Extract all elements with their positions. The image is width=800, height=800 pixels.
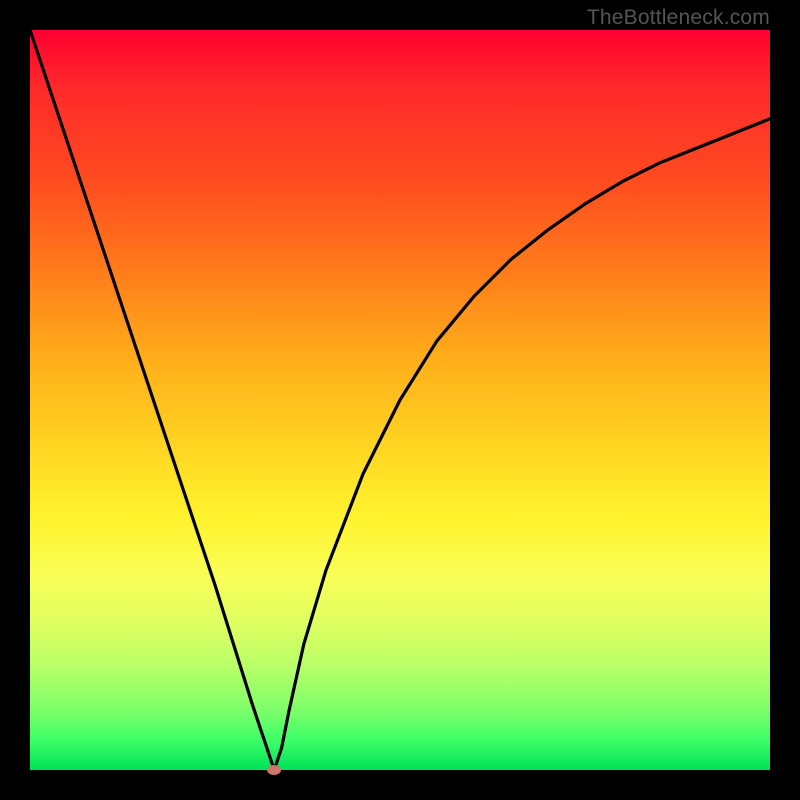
optimal-marker <box>267 765 281 775</box>
watermark-text: TheBottleneck.com <box>587 6 770 30</box>
bottleneck-curve <box>30 30 770 770</box>
chart-frame: TheBottleneck.com <box>0 0 800 800</box>
plot-area <box>30 30 770 770</box>
